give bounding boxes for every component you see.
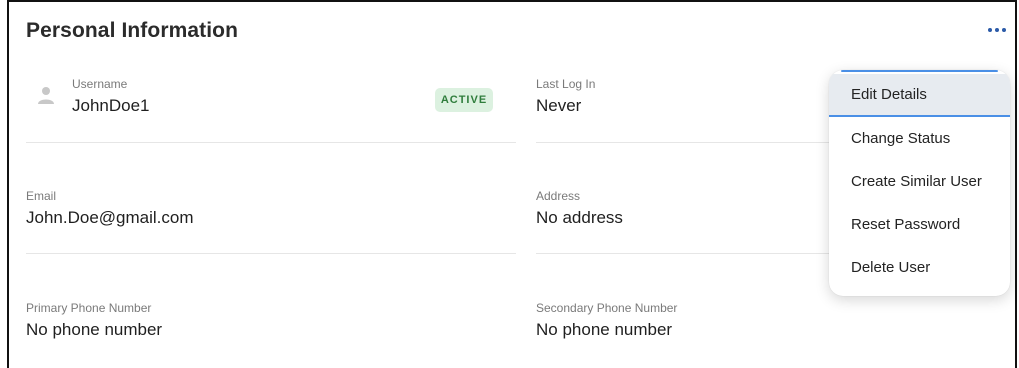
more-horizontal-icon [988, 28, 992, 32]
last-login-field: Last Log In Never [536, 77, 595, 116]
menu-item-edit-details[interactable]: Edit Details [829, 74, 1010, 117]
personal-information-card: Personal Information Username JohnDoe1 A… [7, 0, 1017, 368]
address-value: No address [536, 208, 623, 227]
more-dot [1002, 28, 1006, 32]
more-options-menu: Edit Details Change Status Create Simila… [829, 70, 1010, 296]
secondary-phone-label: Secondary Phone Number [536, 301, 678, 315]
divider [26, 253, 516, 254]
primary-phone-field: Primary Phone Number No phone number [26, 301, 162, 340]
address-field: Address No address [536, 189, 623, 228]
email-value: John.Doe@gmail.com [26, 208, 194, 227]
card-title: Personal Information [26, 19, 239, 42]
last-login-value: Never [536, 96, 582, 115]
secondary-phone-value: No phone number [536, 320, 673, 339]
email-label: Email [26, 189, 57, 203]
menu-item-delete-user[interactable]: Delete User [829, 246, 1010, 289]
more-dot [995, 28, 999, 32]
divider [536, 253, 829, 254]
menu-item-reset-password[interactable]: Reset Password [829, 203, 1010, 246]
divider [536, 142, 829, 143]
username-value: JohnDoe1 [72, 96, 150, 115]
username-label: Username [72, 77, 128, 91]
primary-phone-label: Primary Phone Number [26, 301, 152, 315]
more-options-button[interactable] [984, 22, 1010, 38]
menu-item-change-status[interactable]: Change Status [829, 117, 1010, 160]
username-field: Username JohnDoe1 [72, 77, 150, 116]
address-label: Address [536, 189, 581, 203]
menu-item-create-similar-user[interactable]: Create Similar User [829, 160, 1010, 203]
last-login-label: Last Log In [536, 77, 596, 91]
user-icon [37, 85, 55, 105]
divider [26, 142, 516, 143]
primary-phone-value: No phone number [26, 320, 163, 339]
status-badge: ACTIVE [435, 88, 493, 112]
secondary-phone-field: Secondary Phone Number No phone number [536, 301, 677, 340]
email-field: Email John.Doe@gmail.com [26, 189, 194, 228]
